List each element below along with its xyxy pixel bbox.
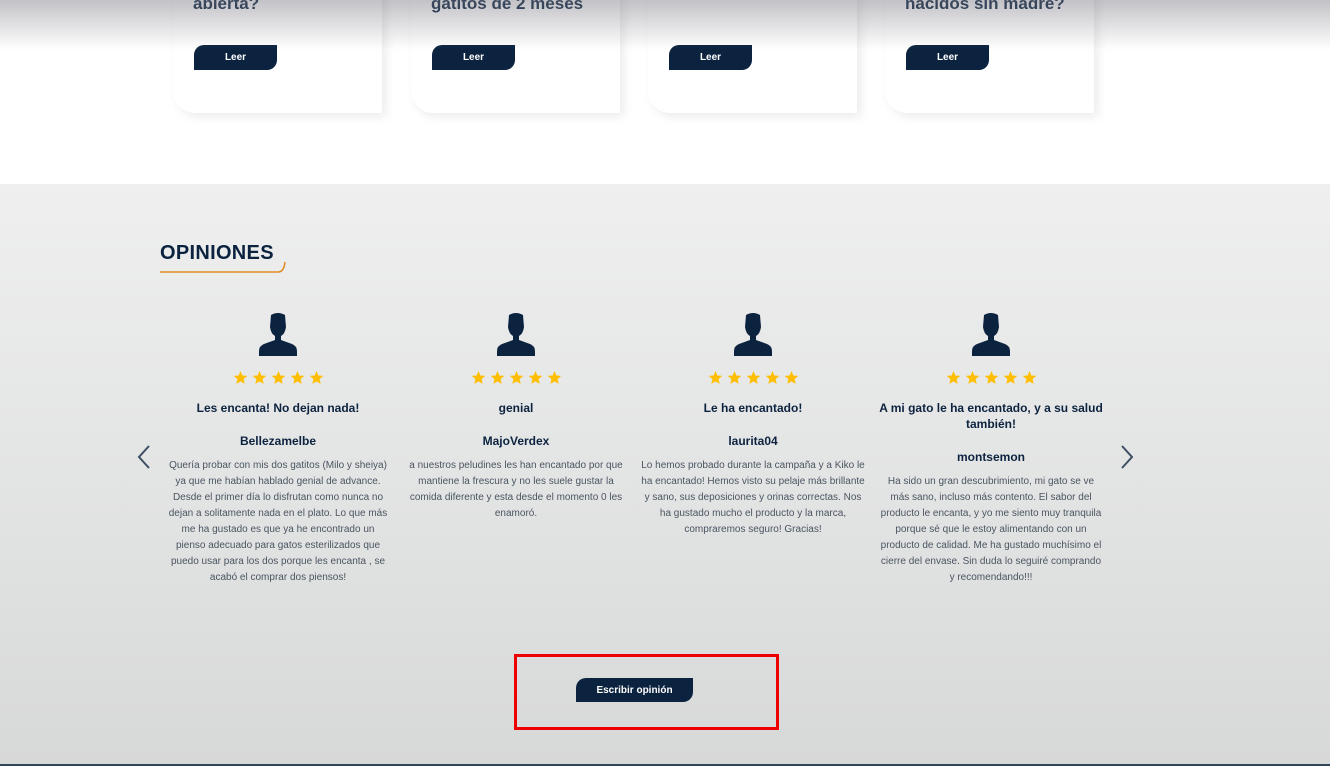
read-button[interactable]: Leer	[432, 45, 515, 70]
review-title: Les encanta! No dejan nada!	[196, 401, 360, 415]
articles-section: abierta? Leer gatitos de 2 meses Leer Le…	[0, 0, 1330, 184]
star-icon	[290, 370, 304, 384]
article-title: nacidos sin madre?	[905, 0, 1065, 13]
write-review-button[interactable]: Escribir opinión	[576, 678, 693, 702]
star-icon	[765, 370, 779, 384]
review-card: A mi gato le ha encantado, y a su salud …	[879, 312, 1103, 586]
star-icon	[309, 370, 323, 384]
star-icon	[233, 370, 247, 384]
chevron-right-icon[interactable]	[1118, 444, 1136, 470]
review-card: genial MajoVerdex a nuestros peludines l…	[404, 312, 628, 522]
article-title: gatitos de 2 meses	[431, 0, 584, 13]
review-author: montsemon	[956, 450, 1025, 464]
review-text: Ha sido un gran descubrimiento, mi gato …	[880, 476, 1102, 583]
user-icon	[259, 313, 297, 356]
star-icon	[984, 370, 998, 384]
read-button[interactable]: Leer	[906, 45, 989, 70]
review-author: MajoVerdex	[482, 434, 550, 448]
review-title: Le ha encantado!	[703, 401, 803, 415]
opinions-section: OPINIONES Les encanta! No dejan nada! Be…	[0, 184, 1330, 766]
review-text: a nuestros peludines les han encantado p…	[409, 460, 623, 519]
star-icon	[528, 370, 542, 384]
star-icon	[252, 370, 266, 384]
star-icon	[509, 370, 523, 384]
article-card: Leer	[648, 0, 857, 113]
star-icon	[490, 370, 504, 384]
star-icon	[547, 370, 561, 384]
read-button[interactable]: Leer	[194, 45, 277, 70]
rating-stars	[879, 370, 1103, 388]
rating-stars	[166, 370, 390, 388]
title-underline	[160, 261, 286, 273]
article-card: gatitos de 2 meses Leer	[411, 0, 620, 113]
review-card: Le ha encantado! laurita04 Lo hemos prob…	[641, 312, 865, 538]
star-icon	[471, 370, 485, 384]
rating-stars	[641, 370, 865, 388]
star-icon	[946, 370, 960, 384]
article-card: nacidos sin madre? Leer	[885, 0, 1094, 113]
rating-stars	[404, 370, 628, 388]
read-button[interactable]: Leer	[669, 45, 752, 70]
star-icon	[271, 370, 285, 384]
star-icon	[727, 370, 741, 384]
star-icon	[784, 370, 798, 384]
star-icon	[708, 370, 722, 384]
star-icon	[746, 370, 760, 384]
star-icon	[965, 370, 979, 384]
review-text: Quería probar con mis dos gatitos (Milo …	[168, 460, 388, 583]
review-author: Bellezamelbe	[239, 434, 317, 448]
star-icon	[1022, 370, 1036, 384]
review-title: genial	[498, 401, 534, 415]
review-text: Lo hemos probado durante la campaña y a …	[641, 460, 865, 535]
article-title: abierta?	[193, 0, 260, 13]
article-card: abierta? Leer	[173, 0, 382, 113]
user-icon	[972, 313, 1010, 356]
chevron-left-icon[interactable]	[135, 444, 153, 470]
user-icon	[734, 313, 772, 356]
review-author: laurita04	[728, 434, 778, 448]
user-icon	[497, 313, 535, 356]
star-icon	[1003, 370, 1017, 384]
review-title: A mi gato le ha encantado, y a su salud …	[879, 401, 1103, 431]
review-card: Les encanta! No dejan nada! Bellezamelbe…	[166, 312, 390, 586]
